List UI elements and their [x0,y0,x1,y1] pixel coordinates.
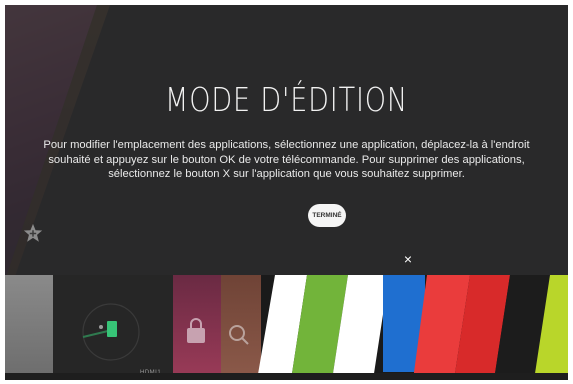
bottom-strip [5,373,568,380]
tv-screen: MODE D'ÉDITION Pour modifier l'emplaceme… [5,5,568,380]
app-tiles [257,275,568,380]
edit-mode-description: Pour modifier l'emplacement des applicat… [43,139,530,180]
delete-app-button[interactable]: × [398,251,418,267]
launcher-bar: HDMI1 [5,275,568,380]
done-button[interactable]: TERMINÉ [308,204,346,227]
edit-mode-title: MODE D'ÉDITION [165,80,408,119]
favorite-star-icon [23,223,43,242]
